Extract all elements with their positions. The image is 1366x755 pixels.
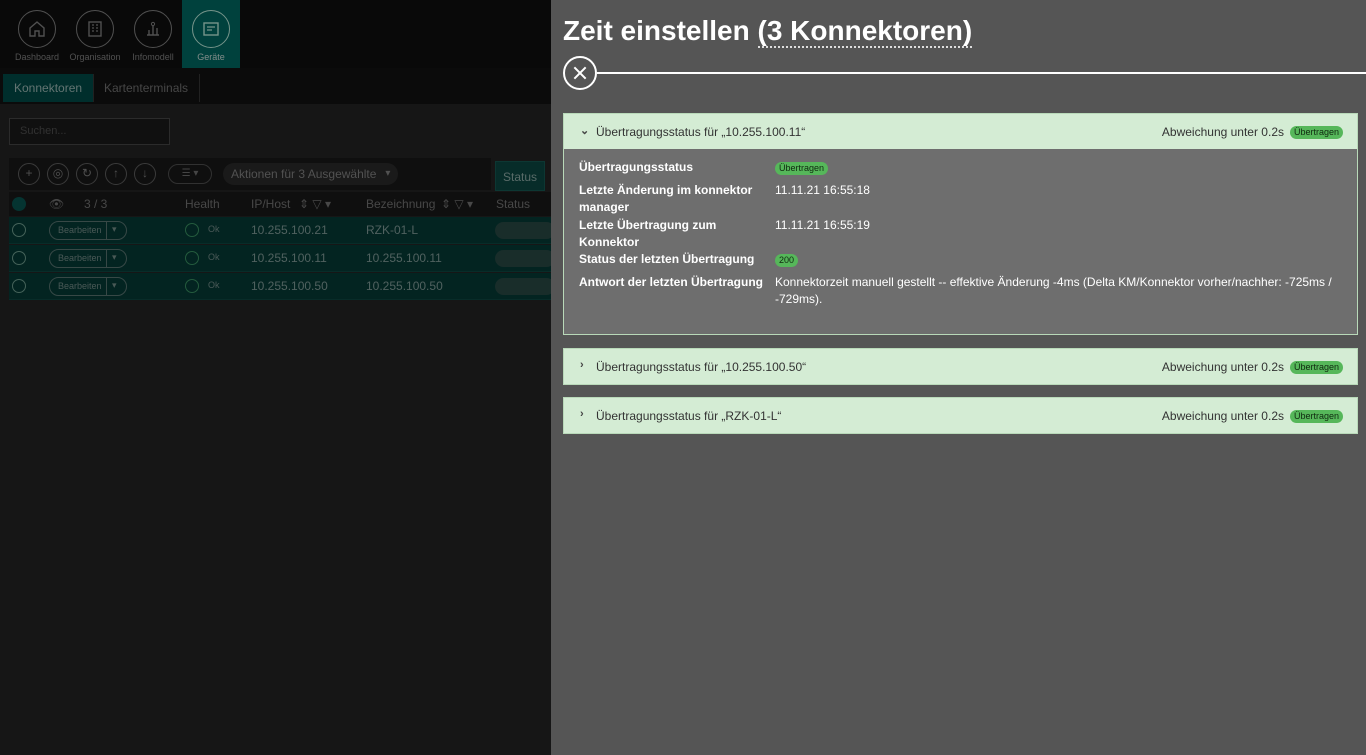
accordion-header[interactable]: ⌄ Übertragungsstatus für „10.255.100.11“… <box>564 114 1357 149</box>
deviation-text: Abweichung unter 0.2s <box>1161 360 1284 374</box>
accordion-label: Übertragungsstatus für „10.255.100.11“ <box>596 125 806 139</box>
accordion-label: Übertragungsstatus für „RZK-01-L“ <box>596 409 782 423</box>
detail-label: Übertragungsstatus <box>579 160 694 174</box>
chevron-right-icon: › <box>580 408 584 420</box>
detail-label: Letzte Übertragung zum Konnektor <box>579 218 717 249</box>
detail-value: 11.11.21 16:55:19 <box>775 218 870 232</box>
accordion-body: Übertragungsstatus Übertragen Letzte Änd… <box>564 149 1357 334</box>
panel-title: Zeit einstellen (3 Konnektoren) <box>563 15 973 48</box>
panel-title-text: Zeit einstellen <box>563 15 758 46</box>
chevron-down-icon: ⌄ <box>580 125 590 137</box>
http-status-badge: 200 <box>775 254 799 267</box>
accordion-label: Übertragungsstatus für „10.255.100.50“ <box>596 360 807 374</box>
status-badge: Übertragen <box>1289 410 1343 423</box>
accordion-header[interactable]: › Übertragungsstatus für „10.255.100.50“… <box>564 349 1357 384</box>
title-divider <box>597 72 1366 74</box>
deviation-text: Abweichung unter 0.2s <box>1161 409 1284 423</box>
accordion-header[interactable]: › Übertragungsstatus für „RZK-01-L“ Abwe… <box>564 398 1357 433</box>
deviation-text: Abweichung unter 0.2s <box>1161 125 1284 139</box>
close-button[interactable] <box>563 56 597 90</box>
detail-label: Letzte Änderung im konnektor manager <box>579 183 753 214</box>
connector-count[interactable]: (3 Konnektoren) <box>757 15 973 48</box>
modal-backdrop[interactable] <box>0 0 551 755</box>
accordion-connector-3: › Übertragungsstatus für „RZK-01-L“ Abwe… <box>563 397 1358 434</box>
status-badge: Übertragen <box>775 162 829 175</box>
accordion-connector-1: ⌄ Übertragungsstatus für „10.255.100.11“… <box>563 113 1358 335</box>
detail-label: Status der letzten Übertragung <box>579 252 755 266</box>
detail-value: 11.11.21 16:55:18 <box>775 183 870 197</box>
chevron-right-icon: › <box>580 359 584 371</box>
status-badge: Übertragen <box>1289 361 1343 374</box>
detail-value: Konnektorzeit manuell gestellt -- effekt… <box>775 275 1332 306</box>
time-settings-panel: Zeit einstellen (3 Konnektoren) ⌄ Übertr… <box>551 0 1366 755</box>
status-badge: Übertragen <box>1289 126 1343 139</box>
accordion-connector-2: › Übertragungsstatus für „10.255.100.50“… <box>563 348 1358 385</box>
detail-label: Antwort der letzten Übertragung <box>579 275 764 289</box>
